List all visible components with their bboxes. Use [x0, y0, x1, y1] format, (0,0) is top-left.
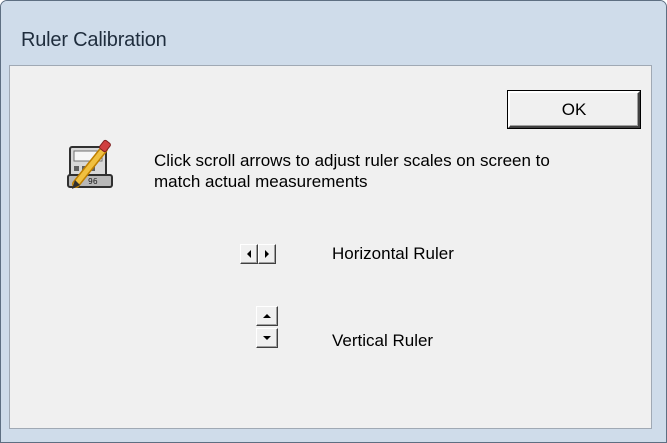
- title-bar[interactable]: Ruler Calibration: [1, 1, 666, 51]
- vertical-scroll-down-button[interactable]: [256, 328, 278, 348]
- svg-text:96: 96: [88, 177, 98, 186]
- pencil-ruler-icon: 96: [64, 139, 120, 197]
- vertical-ruler-scroll: [256, 306, 278, 348]
- instruction-text: Click scroll arrows to adjust ruler scal…: [154, 151, 550, 191]
- arrow-right-icon: [265, 250, 269, 258]
- ok-button[interactable]: OK: [508, 91, 640, 128]
- arrow-down-icon: [263, 336, 271, 340]
- horizontal-scroll-right-button[interactable]: [258, 244, 276, 264]
- horizontal-scroll-left-button[interactable]: [240, 244, 258, 264]
- ok-button-label: OK: [561, 99, 587, 119]
- horizontal-ruler-label: Horizontal Ruler: [332, 244, 454, 263]
- vertical-scroll-up-button[interactable]: [256, 306, 278, 326]
- horizontal-ruler-scroll: [240, 244, 277, 264]
- vertical-ruler-label: Vertical Ruler: [332, 331, 434, 350]
- ruler-calibration-window: Ruler Calibration OK 96 Click scroll arr…: [0, 0, 667, 443]
- arrow-left-icon: [247, 250, 251, 258]
- dialog-client-area: OK 96 Click scroll arrows to adjust rule…: [9, 65, 652, 429]
- arrow-up-icon: [263, 314, 271, 318]
- window-title: Ruler Calibration: [21, 29, 167, 51]
